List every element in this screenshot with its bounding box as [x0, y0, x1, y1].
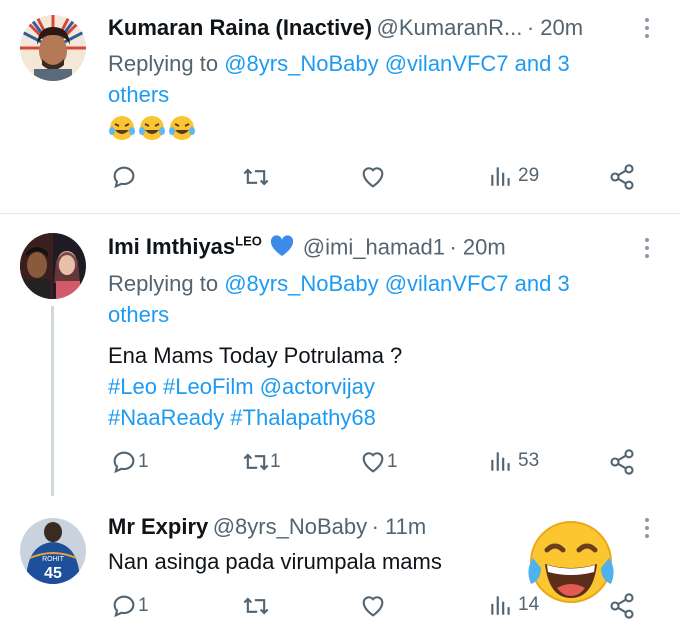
- more-options-icon[interactable]: [644, 518, 650, 542]
- reply-others-link[interactable]: and 3: [515, 51, 570, 76]
- user-handle[interactable]: @KumaranR...: [377, 15, 523, 40]
- reply-others-link-2[interactable]: others: [108, 82, 169, 107]
- like-button[interactable]: 1: [359, 448, 398, 476]
- reply-button[interactable]: 1: [110, 592, 149, 620]
- tweet-actions: 1 14: [0, 592, 680, 626]
- tweet-imi[interactable]: Imi ImthiyasLEO @imi_hamad1 · 20m Replyi…: [0, 214, 680, 496]
- retweet-icon: [243, 597, 269, 615]
- view-count: 14: [518, 594, 540, 615]
- avatar[interactable]: [20, 15, 86, 81]
- views-button[interactable]: 14: [488, 592, 539, 618]
- views-icon: [491, 167, 510, 186]
- reply-icon: [113, 451, 135, 474]
- tweet-actions: 1 1 1 53: [0, 448, 680, 482]
- share-icon: [610, 593, 634, 619]
- like-count: 1: [387, 451, 398, 472]
- replying-to: Replying to @8yrs_NoBaby @vilanVFC7 and …: [108, 268, 628, 330]
- display-name[interactable]: Imi ImthiyasLEO: [108, 234, 262, 259]
- reply-users-link[interactable]: @8yrs_NoBaby @vilanVFC7: [224, 51, 508, 76]
- reply-button[interactable]: [110, 163, 138, 191]
- reply-others-link-2[interactable]: others: [108, 302, 169, 327]
- more-options-icon[interactable]: [644, 18, 650, 42]
- user-handle[interactable]: @imi_hamad1: [303, 234, 445, 259]
- reply-users-link[interactable]: @8yrs_NoBaby @vilanVFC7: [224, 271, 508, 296]
- reply-count: 1: [138, 451, 149, 472]
- tweet-header: Imi ImthiyasLEO @imi_hamad1 · 20m: [108, 234, 506, 262]
- reply-button[interactable]: 1: [110, 448, 149, 476]
- reply-count: 1: [138, 595, 149, 616]
- heart-icon: [362, 167, 384, 188]
- user-handle[interactable]: @8yrs_NoBaby: [213, 514, 367, 539]
- name-superscript: LEO: [235, 234, 262, 249]
- replying-to: Replying to @8yrs_NoBaby @vilanVFC7 and …: [108, 48, 628, 110]
- tweet-text: 😂😂😂: [108, 114, 628, 150]
- more-options-icon[interactable]: [644, 238, 650, 262]
- replying-to-label: Replying to: [108, 271, 219, 296]
- timestamp[interactable]: · 20m: [527, 15, 583, 40]
- jersey-name-text: ROHIT: [42, 556, 65, 563]
- avatar[interactable]: [20, 233, 86, 299]
- reply-icon: [113, 166, 135, 189]
- timestamp[interactable]: · 20m: [449, 234, 505, 259]
- retweet-button[interactable]: 1: [242, 448, 281, 476]
- retweet-button[interactable]: [242, 592, 270, 620]
- avatar[interactable]: ROHIT 45: [20, 518, 86, 584]
- tweet-text-line: Ena Mams Today Potrulama ?: [108, 343, 403, 368]
- tweet-text: Ena Mams Today Potrulama ? #Leo #LeoFilm…: [108, 340, 628, 433]
- replying-to-label: Replying to: [108, 51, 219, 76]
- like-button[interactable]: [359, 163, 387, 191]
- hashtag-line[interactable]: #NaaReady #Thalapathy68: [108, 402, 628, 433]
- hashtag-line[interactable]: #Leo #LeoFilm @actorvijay: [108, 371, 628, 402]
- tweet-actions: 29: [0, 163, 680, 197]
- views-icon: [491, 596, 510, 615]
- share-icon: [610, 164, 634, 190]
- reply-others-link[interactable]: and 3: [515, 271, 570, 296]
- share-icon: [610, 449, 634, 475]
- retweet-icon: [243, 453, 269, 471]
- view-count: 53: [518, 450, 540, 471]
- like-button[interactable]: [359, 592, 387, 620]
- blue-heart-icon: [270, 235, 294, 262]
- tweet-header: Kumaran Raina (Inactive) @KumaranR... · …: [108, 15, 583, 41]
- retweet-icon: [243, 168, 269, 186]
- share-button[interactable]: [608, 163, 636, 191]
- views-button[interactable]: 29: [488, 163, 539, 189]
- retweet-count: 1: [270, 451, 281, 472]
- jersey-number-text: 45: [44, 565, 62, 582]
- timestamp[interactable]: · 11m: [372, 514, 427, 539]
- share-button[interactable]: [608, 448, 636, 476]
- tweet-header: Mr Expiry @8yrs_NoBaby · 11m: [108, 514, 426, 540]
- heart-icon: [362, 596, 384, 617]
- share-button[interactable]: [608, 592, 636, 620]
- laughing-emoji-row: [108, 116, 196, 147]
- views-icon: [491, 452, 510, 471]
- tweet-mr-expiry[interactable]: ROHIT 45 Mr Expiry @8yrs_NoBaby · 11m Na…: [0, 494, 680, 640]
- views-button[interactable]: 53: [488, 448, 539, 474]
- view-count: 29: [518, 165, 540, 186]
- heart-icon: [362, 452, 384, 473]
- reply-icon: [113, 595, 135, 618]
- retweet-button[interactable]: [242, 163, 270, 191]
- display-name[interactable]: Kumaran Raina (Inactive): [108, 15, 372, 40]
- display-name[interactable]: Mr Expiry: [108, 514, 208, 539]
- tweet-kumaran[interactable]: Kumaran Raina (Inactive) @KumaranR... · …: [0, 0, 680, 212]
